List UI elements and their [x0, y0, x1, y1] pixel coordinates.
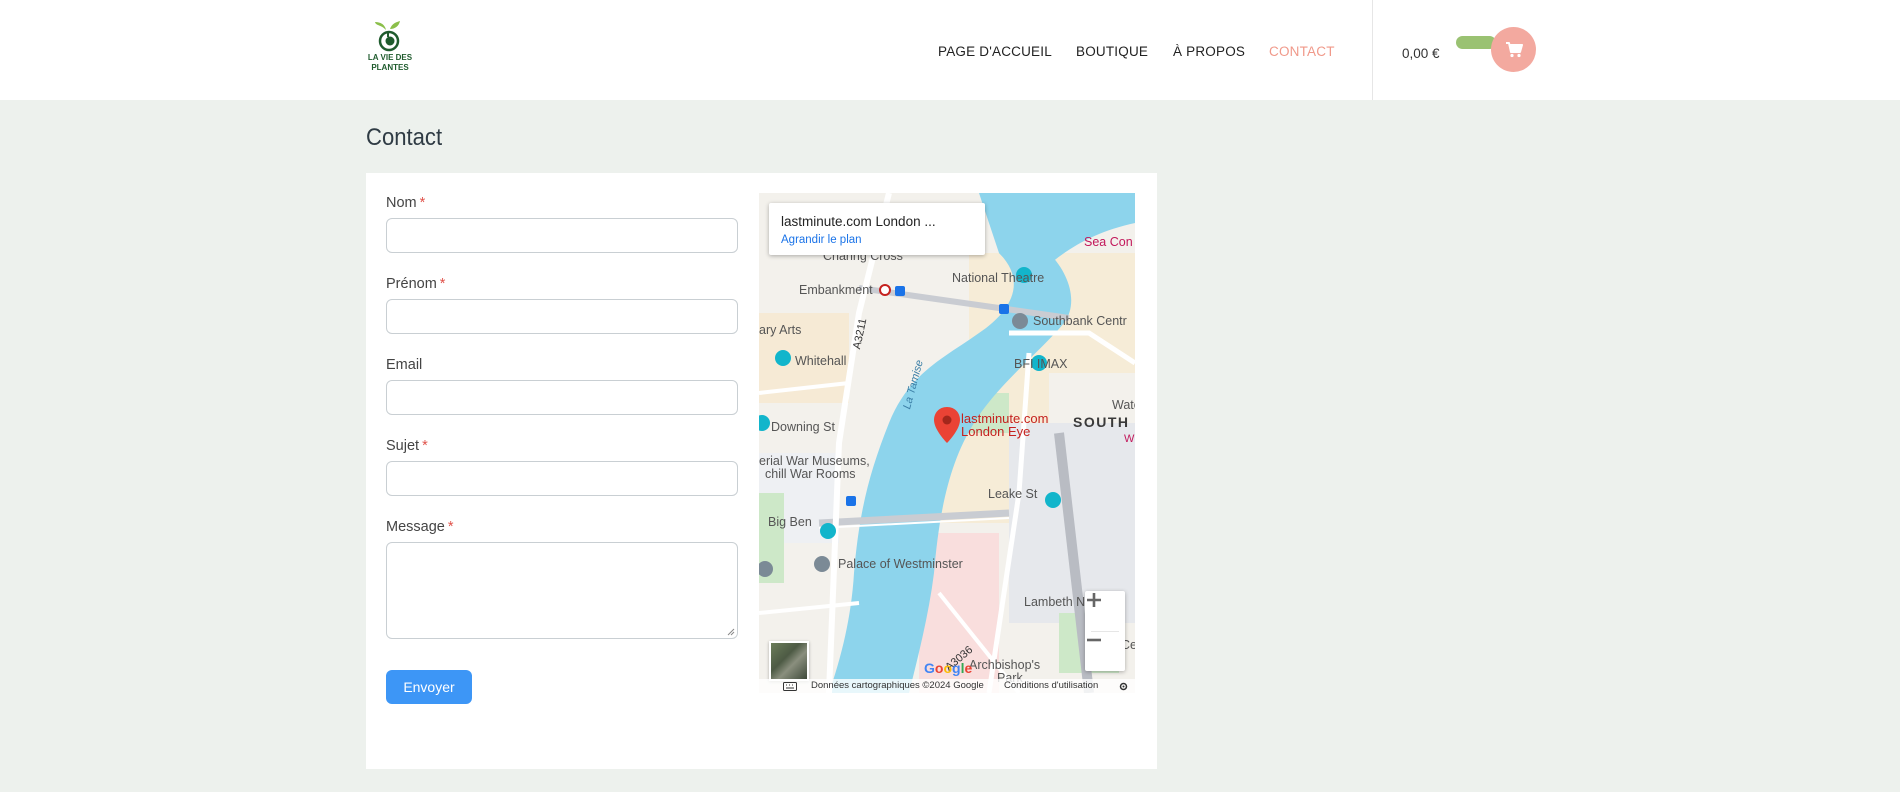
map-label-embankment: Embankment — [799, 283, 873, 297]
logo-text: LA VIE DES PLANTES — [367, 53, 413, 72]
map-label-sea-con: Sea Con — [1084, 235, 1133, 249]
sujet-input[interactable] — [386, 461, 738, 496]
nav-item-accueil[interactable]: PAGE D'ACCUEIL — [938, 44, 1052, 59]
map-label-national-theatre: National Theatre — [952, 271, 1045, 285]
field-label-sujet: Sujet * — [386, 438, 428, 454]
required-mark: * — [439, 276, 446, 292]
map-label-westminster: Palace of Westminster — [838, 557, 963, 571]
map-label-bfi: BFI IMAX — [1014, 357, 1068, 371]
map-label-archbishop: Archbishop's — [969, 658, 1041, 672]
map-zoom-controls — [1085, 591, 1125, 671]
map-info-title: lastminute.com London ... — [781, 214, 936, 229]
nom-input[interactable] — [386, 218, 738, 253]
minus-icon — [1087, 638, 1101, 642]
map-info-box: lastminute.com London ... Agrandir le pl… — [769, 203, 985, 255]
map-label-big-ben: Big Ben — [768, 515, 812, 529]
cart-total[interactable]: 0,00 € — [1402, 46, 1440, 61]
map-label-whitehall: Whitehall — [795, 354, 847, 368]
map-label-lambeth: Lambeth N — [1024, 595, 1086, 609]
prenom-input[interactable] — [386, 299, 738, 334]
plus-icon — [1087, 593, 1101, 607]
keyboard-icon[interactable] — [783, 682, 797, 691]
field-label-message: Message * — [386, 519, 454, 535]
map-data-attribution: Données cartographiques ©2024 Google — [811, 680, 984, 691]
map-label-downing: Downing St — [771, 420, 835, 434]
email-input[interactable] — [386, 380, 738, 415]
required-mark: * — [447, 519, 454, 535]
shopping-cart-icon — [1505, 41, 1523, 57]
required-mark: * — [422, 438, 428, 454]
map-label-southbank: Southbank Centr — [1033, 314, 1127, 328]
site-logo[interactable]: LA VIE DES PLANTES — [366, 20, 414, 76]
nav-item-boutique[interactable]: BOUTIQUE — [1076, 44, 1148, 59]
map-label-arts: ary Arts — [759, 323, 802, 337]
map-terms-link[interactable]: Conditions d'utilisation — [1004, 680, 1098, 691]
nav-item-a-propos[interactable]: À PROPOS — [1173, 44, 1245, 59]
map-canvas[interactable] — [759, 193, 1135, 693]
map-label-w: W — [1124, 433, 1135, 445]
message-textarea[interactable] — [386, 542, 738, 639]
plant-logo-icon — [375, 21, 400, 52]
map-label-leake: Leake St — [988, 487, 1038, 501]
zoom-in-button[interactable] — [1085, 591, 1125, 631]
map-attribution: Données cartographiques ©2024 Google Con… — [759, 679, 1135, 693]
page-title: Contact — [366, 124, 443, 151]
map-label-water: Wate — [1112, 398, 1135, 412]
zoom-out-button[interactable] — [1085, 631, 1125, 671]
map-label-london-eye-line2: London Eye — [961, 424, 1031, 439]
google-logo: Google — [924, 660, 973, 676]
enlarge-map-link[interactable]: Agrandir le plan — [781, 234, 862, 246]
field-label-email: Email — [386, 357, 423, 373]
cart-button[interactable] — [1491, 27, 1536, 72]
google-map[interactable]: Charing Cross Embankment National Theatr… — [759, 193, 1135, 693]
gear-icon[interactable] — [1119, 682, 1128, 691]
field-label-prenom: Prénom * — [386, 276, 446, 292]
required-mark: * — [419, 195, 426, 211]
map-label-war-museums-1: erial War Museums, — [759, 454, 870, 468]
nav-item-contact[interactable]: CONTACT — [1269, 44, 1335, 59]
site-header: LA VIE DES PLANTES PAGE D'ACCUEIL BOUTIQ… — [0, 0, 1900, 100]
map-label-south: SOUTH — [1073, 414, 1130, 430]
resize-handle-icon[interactable] — [727, 628, 735, 636]
field-label-nom: Nom * — [386, 195, 426, 211]
map-label-war-museums-2: chill War Rooms — [765, 467, 856, 481]
contact-card: Nom * Prénom * Email Sujet * Message * Envoy… — [366, 173, 1157, 769]
submit-button[interactable]: Envoyer — [386, 670, 472, 704]
satellite-toggle[interactable] — [769, 641, 809, 681]
cart-count-pill — [1456, 36, 1496, 49]
header-divider — [1372, 0, 1373, 100]
